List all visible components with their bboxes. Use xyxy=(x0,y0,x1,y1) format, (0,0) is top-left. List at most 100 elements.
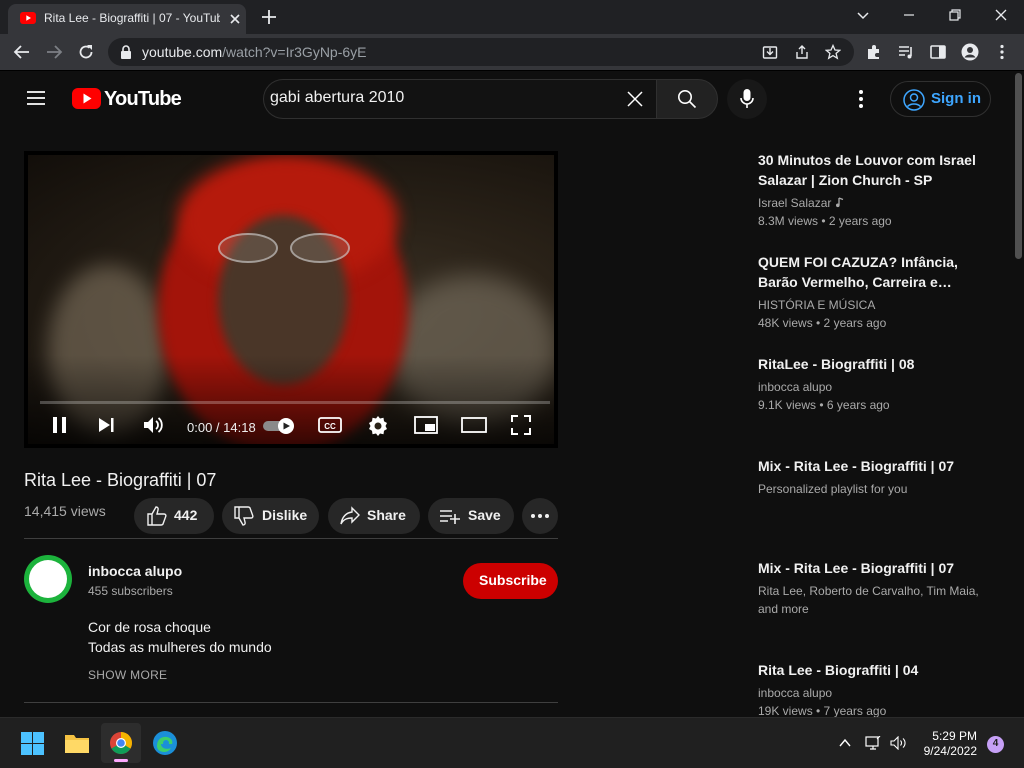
related-channel: Rita Lee, Roberto de Carvalho, Tim Maia,… xyxy=(758,584,979,616)
save-label: Save xyxy=(468,507,501,523)
related-title[interactable]: QUEM FOI CAZUZA? Infância, Barão Vermelh… xyxy=(758,252,998,292)
search-button[interactable] xyxy=(656,79,718,119)
scrollbar-thumb[interactable] xyxy=(1015,73,1022,259)
minimize-window-icon[interactable] xyxy=(902,8,916,22)
related-video[interactable]: Mix - Rita Lee - Biograffiti | 07 Rita L… xyxy=(758,558,998,618)
notification-badge[interactable]: 4 xyxy=(987,736,1004,753)
forward-arrow-icon[interactable] xyxy=(45,43,63,61)
related-title[interactable]: Rita Lee - Biograffiti | 04 xyxy=(758,660,998,680)
reload-icon[interactable] xyxy=(77,43,95,61)
miniplayer-icon[interactable] xyxy=(414,415,438,435)
svg-text:CC: CC xyxy=(324,422,336,431)
related-channel: HISTÓRIA E MÚSICA xyxy=(758,298,876,312)
divider xyxy=(24,538,558,539)
subscribe-label: Subscribe xyxy=(479,572,547,588)
playlist-add-icon xyxy=(440,510,460,524)
save-button[interactable]: Save xyxy=(428,498,514,534)
voice-search-button[interactable] xyxy=(727,79,767,119)
related-title[interactable]: Mix - Rita Lee - Biograffiti | 07 xyxy=(758,558,998,578)
theater-icon[interactable] xyxy=(461,415,487,435)
install-app-icon[interactable] xyxy=(762,44,778,60)
tab-search-chevron-icon[interactable] xyxy=(856,8,870,22)
side-panel-icon[interactable] xyxy=(929,43,947,61)
restore-window-icon[interactable] xyxy=(948,8,962,22)
lock-icon[interactable] xyxy=(120,45,132,59)
chrome-taskbar-button[interactable] xyxy=(101,723,141,763)
chrome-menu-icon[interactable] xyxy=(993,43,1011,61)
address-bar[interactable]: youtube.com/watch?v=Ir3GyNp-6yE xyxy=(108,38,854,66)
tab-title: Rita Lee - Biograffiti | 07 - YouTub xyxy=(44,11,220,25)
related-video[interactable]: Rita Lee - Biograffiti | 04 inbocca alup… xyxy=(758,660,998,720)
close-tab-icon[interactable] xyxy=(228,12,242,26)
browser-tab[interactable]: Rita Lee - Biograffiti | 07 - YouTub xyxy=(8,4,246,34)
more-horiz-icon xyxy=(531,514,549,518)
progress-bar[interactable] xyxy=(40,401,550,404)
related-meta: 8.3M views • 2 years ago xyxy=(758,214,892,228)
share-icon xyxy=(340,506,360,525)
search-input[interactable]: gabi abertura 2010 xyxy=(263,79,656,119)
description-line: Cor de rosa choque xyxy=(88,619,211,635)
related-channel: Personalized playlist for you xyxy=(758,482,908,496)
next-icon[interactable] xyxy=(96,415,116,435)
related-video[interactable]: Mix - Rita Lee - Biograffiti | 07 Person… xyxy=(758,456,998,498)
search-query[interactable]: gabi abertura 2010 xyxy=(270,89,404,107)
share-page-icon[interactable] xyxy=(794,44,810,60)
related-channel: inbocca alupo xyxy=(758,686,833,700)
clear-search-icon[interactable] xyxy=(626,90,644,108)
dislike-button[interactable]: Dislike xyxy=(222,498,319,534)
file-explorer-icon[interactable] xyxy=(64,732,90,754)
menu-icon[interactable] xyxy=(26,90,46,106)
tray-chevron-up-icon[interactable] xyxy=(838,736,852,750)
video-frame[interactable]: 0:00 / 14:18 CC xyxy=(28,155,554,444)
cc-icon[interactable]: CC xyxy=(318,415,342,435)
page-scrollbar[interactable] xyxy=(1012,71,1024,717)
notification-count: 4 xyxy=(992,738,999,749)
channel-name[interactable]: inbocca alupo xyxy=(88,563,182,579)
like-button[interactable]: 442 xyxy=(134,498,214,534)
close-window-icon[interactable] xyxy=(994,8,1008,22)
url-host: youtube.com xyxy=(142,44,223,60)
channel-avatar[interactable] xyxy=(24,555,72,603)
related-title[interactable]: 30 Minutos de Louvor com Israel Salazar … xyxy=(758,150,998,190)
related-video[interactable]: 30 Minutos de Louvor com Israel Salazar … xyxy=(758,150,998,230)
new-tab-button[interactable] xyxy=(261,9,277,25)
back-arrow-icon[interactable] xyxy=(13,43,31,61)
sign-in-button[interactable]: Sign in xyxy=(890,81,991,117)
volume-tray-icon[interactable] xyxy=(890,736,908,750)
subscribe-button[interactable]: Subscribe xyxy=(463,563,558,599)
related-video[interactable]: QUEM FOI CAZUZA? Infância, Barão Vermelh… xyxy=(758,252,998,332)
volume-icon[interactable] xyxy=(142,415,164,435)
network-icon[interactable] xyxy=(865,736,881,750)
bookmark-star-icon[interactable] xyxy=(825,44,841,60)
autoplay-toggle[interactable] xyxy=(262,417,298,435)
fullscreen-icon[interactable] xyxy=(511,415,531,435)
time-display: 0:00 / 14:18 xyxy=(187,420,256,435)
divider xyxy=(24,702,558,703)
description-line: Todas as mulheres do mundo xyxy=(88,639,272,655)
clock-date: 9/24/2022 xyxy=(923,744,977,758)
mic-icon xyxy=(740,89,754,108)
edge-icon[interactable] xyxy=(152,730,178,756)
system-clock[interactable]: 5:29 PM 9/24/2022 xyxy=(921,729,977,759)
media-control-icon[interactable] xyxy=(897,43,915,61)
extensions-puzzle-icon[interactable] xyxy=(865,43,883,61)
related-video[interactable]: RitaLee - Biograffiti | 08 inbocca alupo… xyxy=(758,354,998,414)
video-player[interactable]: 0:00 / 14:18 CC xyxy=(24,151,558,448)
music-note-icon xyxy=(835,197,845,208)
pause-icon[interactable] xyxy=(50,415,70,435)
profile-icon[interactable] xyxy=(961,43,979,61)
youtube-header: YouTube gabi abertura 2010 Sign in xyxy=(0,71,1012,127)
windows-start-icon[interactable] xyxy=(21,732,44,755)
related-title[interactable]: Mix - Rita Lee - Biograffiti | 07 xyxy=(758,456,998,476)
related-title[interactable]: RitaLee - Biograffiti | 08 xyxy=(758,354,998,374)
youtube-logo-text: YouTube xyxy=(104,88,182,110)
show-more-button[interactable]: SHOW MORE xyxy=(88,668,167,682)
related-meta: 9.1K views • 6 years ago xyxy=(758,398,890,412)
youtube-logo[interactable]: YouTube xyxy=(72,88,182,110)
related-channel: Israel Salazar xyxy=(758,196,832,210)
more-actions-button[interactable] xyxy=(522,498,558,534)
more-vert-icon[interactable] xyxy=(851,87,871,111)
share-label: Share xyxy=(367,507,406,523)
settings-icon[interactable] xyxy=(367,415,389,437)
share-button[interactable]: Share xyxy=(328,498,420,534)
